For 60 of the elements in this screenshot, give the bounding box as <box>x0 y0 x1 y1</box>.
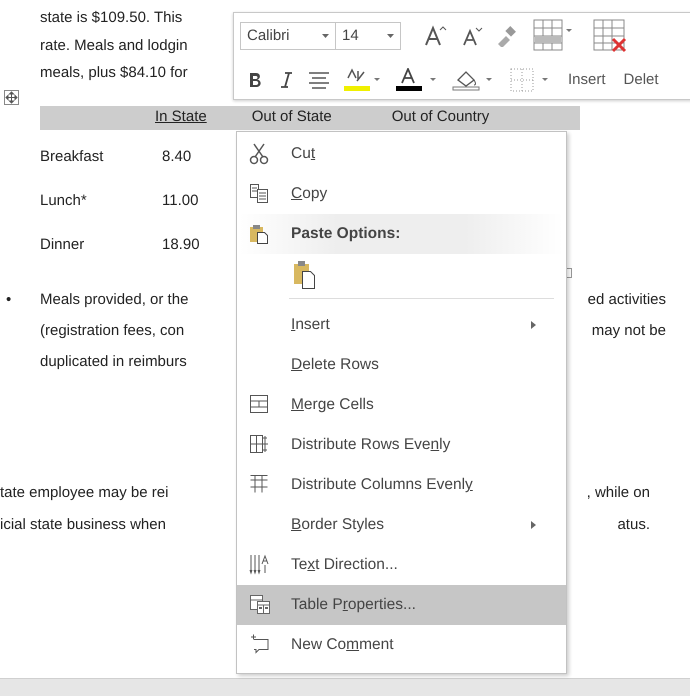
comment-icon <box>249 634 271 656</box>
menu-item[interactable]: Cut <box>237 134 566 174</box>
insert-table-icon <box>533 19 575 53</box>
dropdown-caret-icon <box>387 34 394 38</box>
paragraph-text: , while on <box>586 482 650 502</box>
bullet-marker: • <box>6 290 12 310</box>
column-header: In State <box>155 107 207 128</box>
merge-cells-icon <box>249 394 271 416</box>
dropdown-caret-icon <box>322 34 329 38</box>
font-size-field[interactable]: 14 <box>335 22 401 50</box>
menu-item[interactable]: Insert <box>237 305 566 345</box>
table-cell-text: 18.90 <box>162 235 200 256</box>
paragraph-text: duplicated in reimburs <box>40 352 187 372</box>
menu-section-title: Paste Options: <box>291 224 400 244</box>
font-color-icon <box>396 68 438 92</box>
paste-icon <box>293 259 315 289</box>
menu-item[interactable]: Text Direction... <box>237 545 566 585</box>
menu-item[interactable]: Distribute Columns Evenly <box>237 465 566 505</box>
column-header: Out of Country <box>392 107 490 128</box>
table-properties-icon <box>249 594 271 616</box>
shrink-font-icon <box>461 26 483 46</box>
font-name-field[interactable]: Calibri <box>240 22 336 50</box>
delete-button[interactable]: Delet <box>620 65 663 95</box>
paste-icon <box>249 223 271 245</box>
menu-item[interactable]: Copy <box>237 174 566 214</box>
paragraph-text: rate. Meals and lodgin <box>40 36 188 54</box>
menu-item[interactable]: Table Properties... <box>237 585 566 625</box>
scissors-icon <box>249 143 271 165</box>
menu-item[interactable]: New Comment <box>237 625 566 665</box>
table-cell-text: Lunch* <box>40 191 88 212</box>
copy-icon <box>249 183 271 205</box>
delete-table-icon <box>593 19 627 53</box>
paragraph-text: icial state business when <box>0 514 166 534</box>
center-align-icon <box>308 71 330 89</box>
table-cell-text: 8.40 <box>162 147 192 168</box>
bold-icon <box>248 72 262 88</box>
column-header: Out of State <box>252 107 332 128</box>
text-direction-icon <box>249 554 271 576</box>
paragraph-text: ed activities <box>588 290 666 310</box>
paragraph-text: Meals provided, or the <box>40 290 188 310</box>
grow-font-icon <box>423 25 447 47</box>
insert-button[interactable]: Insert <box>564 65 610 95</box>
table-cell-text: Breakfast <box>40 147 104 168</box>
paragraph-text: meals, plus $84.10 for <box>40 64 188 81</box>
paragraph-text: state is $109.50. This <box>40 9 182 26</box>
paragraph-text: may not be <box>592 320 666 340</box>
paragraph-text: tate employee may be rei <box>0 482 168 502</box>
menu-item[interactable]: Distribute Rows Evenly <box>237 425 566 465</box>
table-move-handle-icon[interactable] <box>4 90 19 104</box>
menu-item[interactable]: Delete Rows <box>237 345 566 385</box>
table-cell-text: Dinner <box>40 235 86 256</box>
menu-item[interactable]: Merge Cells <box>237 385 566 425</box>
paragraph-text: (registration fees, con <box>40 320 184 340</box>
italic-icon <box>280 72 292 88</box>
borders-icon <box>510 68 550 92</box>
distribute-rows-icon <box>249 434 271 456</box>
menu-item[interactable]: Border Styles <box>237 505 566 545</box>
highlight-icon <box>344 68 380 92</box>
table-cell-text: 11.00 <box>162 191 198 212</box>
paragraph-text: atus. <box>617 514 650 534</box>
